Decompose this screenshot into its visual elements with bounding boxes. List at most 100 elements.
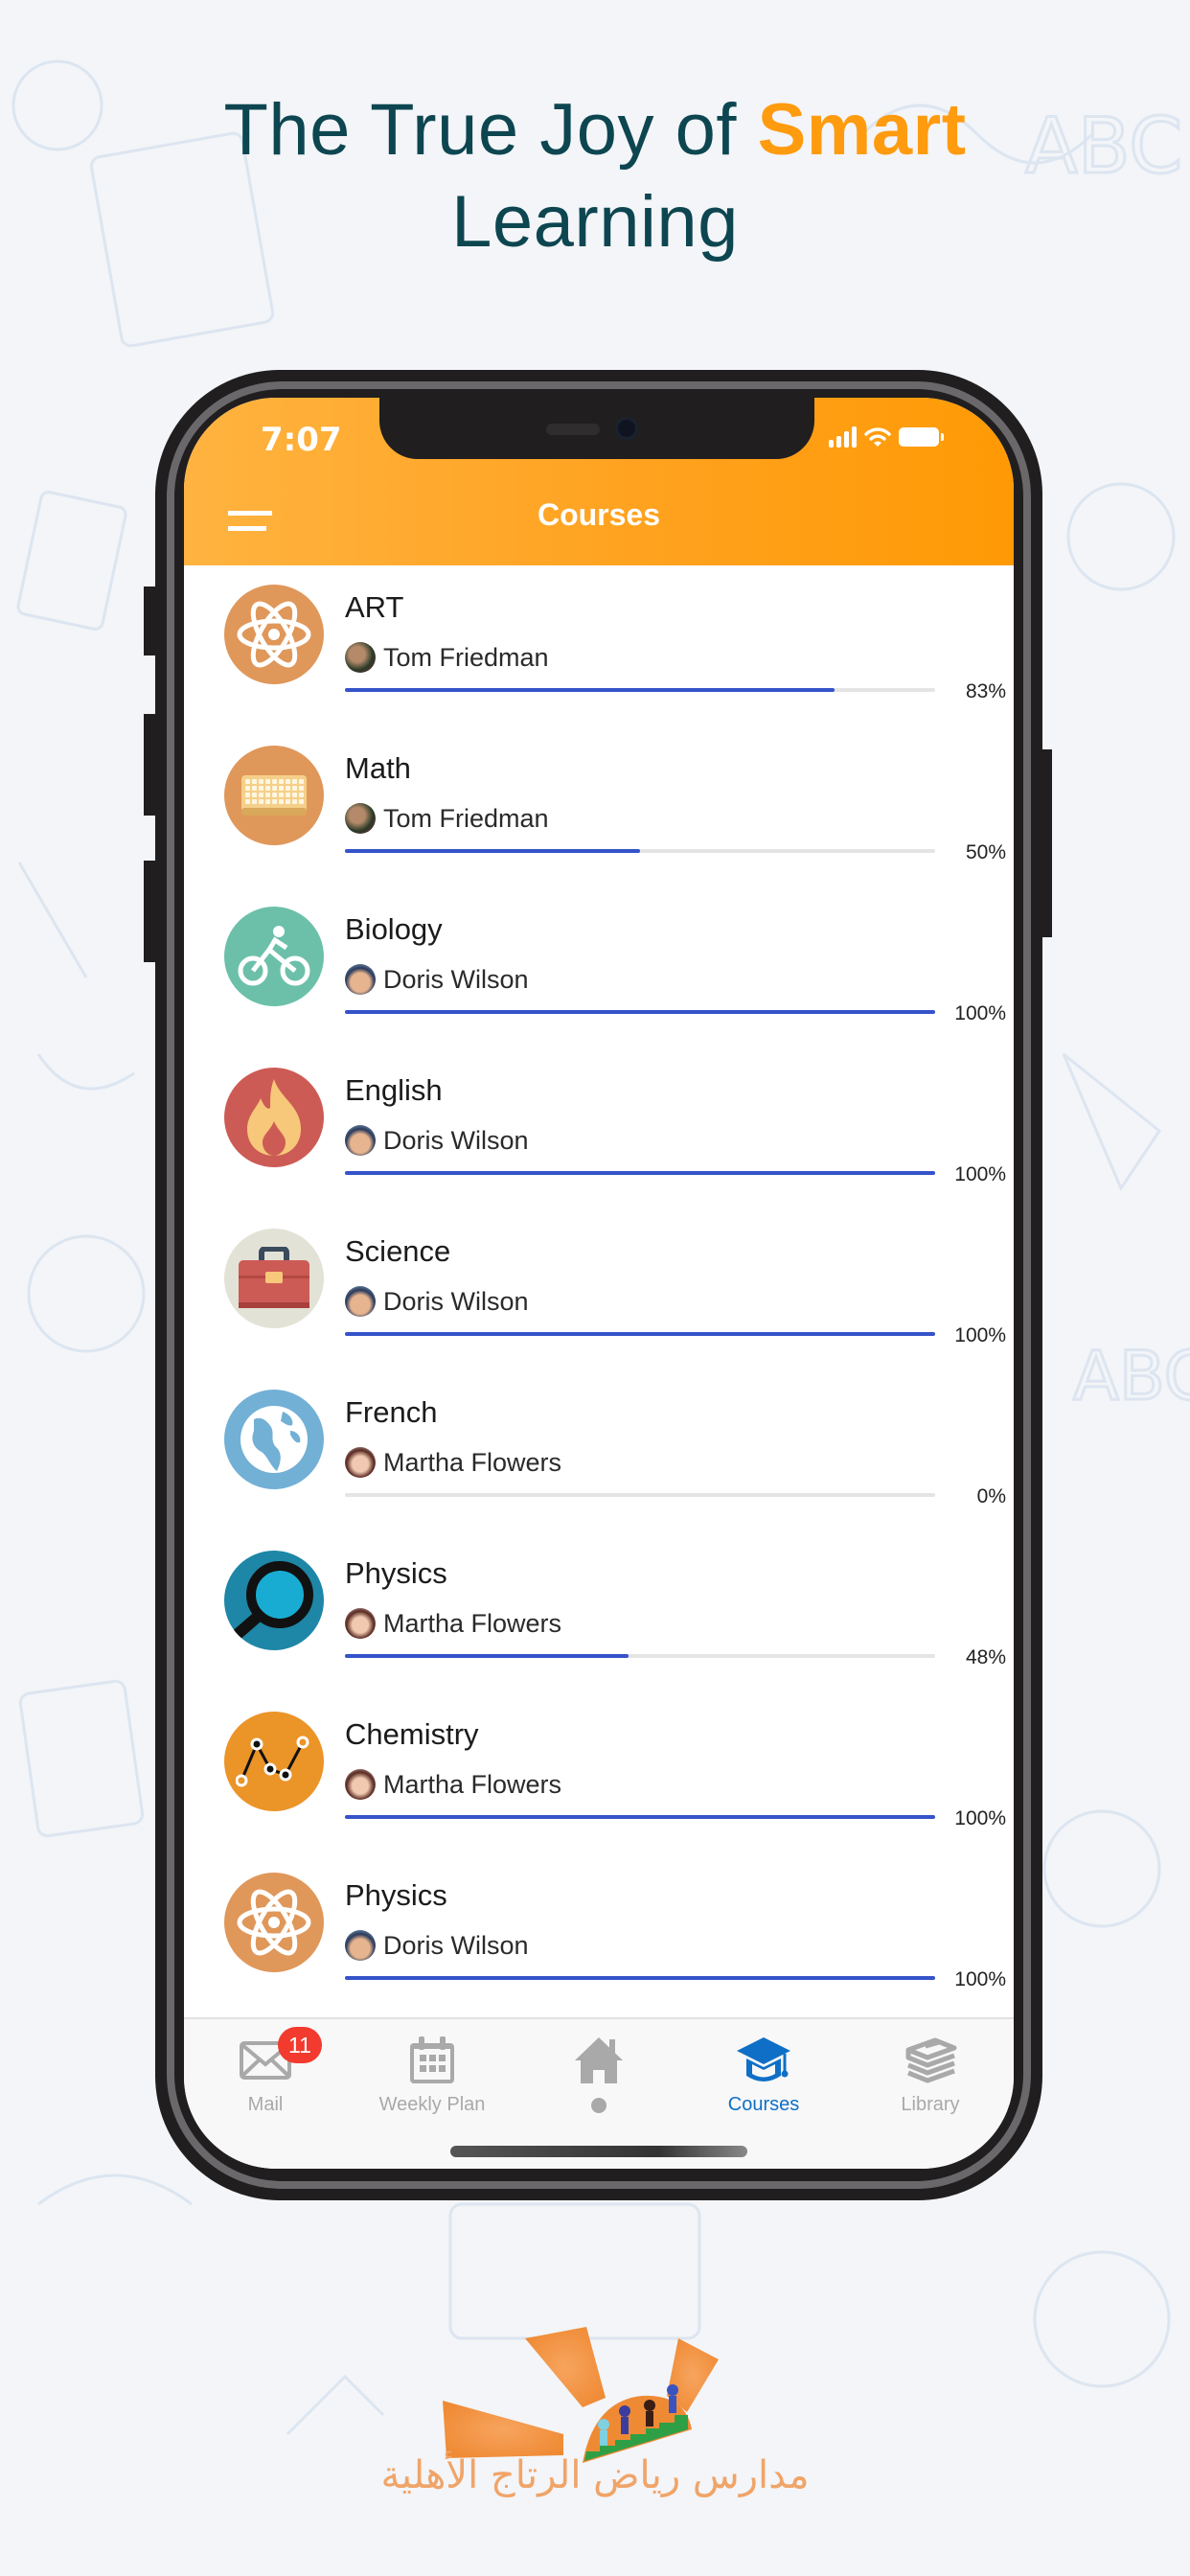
course-icon: [224, 1873, 324, 1972]
progress-percent: 0%: [976, 1485, 1006, 1507]
svg-text:ABC: ABC: [1073, 1337, 1190, 1415]
tab-courses[interactable]: Courses: [682, 2033, 845, 2116]
course-name: Chemistry: [345, 1717, 479, 1751]
course-row[interactable]: English Doris Wilson 100%: [184, 1048, 1014, 1209]
course-row[interactable]: ART Tom Friedman 83%: [184, 565, 1014, 726]
progress-fill: [345, 1976, 935, 1980]
teacher-info: Doris Wilson: [345, 1286, 529, 1317]
tab-label: Courses: [727, 2094, 800, 2115]
course-icon: [224, 1068, 324, 1167]
tab-label: Weekly Plan: [378, 2094, 486, 2115]
mail-unread-badge: 11: [278, 2027, 322, 2063]
teacher-avatar: [345, 803, 376, 834]
graduation-cap-icon: [737, 2037, 790, 2082]
headline-prefix: The True Joy of: [223, 89, 737, 171]
course-row[interactable]: Science Doris Wilson 100%: [184, 1209, 1014, 1370]
teacher-info: Martha Flowers: [345, 1447, 561, 1478]
teacher-name: Doris Wilson: [383, 964, 529, 994]
globe-icon: [233, 1398, 315, 1481]
progress-bar: [345, 849, 935, 853]
logo-ray: [443, 2401, 563, 2458]
progress-percent: 100%: [954, 1968, 1006, 1990]
teacher-avatar: [345, 1608, 376, 1639]
progress-bar: [345, 1815, 935, 1819]
atom-icon: [234, 1882, 314, 1963]
progress-percent: 100%: [954, 1807, 1006, 1829]
flame-icon: [243, 1077, 305, 1158]
progress-bar: [345, 688, 935, 692]
cyclist-icon: [237, 923, 311, 990]
magnifier-icon: [224, 1551, 324, 1650]
course-name: Physics: [345, 1878, 447, 1912]
course-row[interactable]: Physics Martha Flowers 48%: [184, 1531, 1014, 1692]
teacher-name: Martha Flowers: [383, 1447, 562, 1477]
teacher-name: Doris Wilson: [383, 1125, 529, 1155]
atom-icon: [234, 594, 314, 675]
course-name: English: [345, 1073, 443, 1107]
status-time: 7:07: [261, 421, 342, 459]
teacher-info: Doris Wilson: [345, 1125, 529, 1156]
course-icon: [224, 1551, 324, 1650]
progress-bar: [345, 1493, 935, 1497]
headline-accent: Smart: [757, 89, 967, 171]
course-row[interactable]: Math Tom Friedman 50%: [184, 726, 1014, 887]
course-icon: [224, 585, 324, 684]
phone-screen: 7:07 Courses ART Tom Friedman 83% Math Tom F…: [184, 398, 1014, 2169]
progress-fill: [345, 688, 835, 692]
progress-fill: [345, 1171, 935, 1175]
cellular-signal-icon: [829, 426, 857, 448]
wifi-icon: [864, 427, 891, 447]
teacher-info: Martha Flowers: [345, 1608, 561, 1639]
teacher-name: Tom Friedman: [383, 642, 549, 672]
teacher-info: Doris Wilson: [345, 1930, 529, 1961]
page-title: Courses: [537, 497, 661, 532]
home-indicator-bar[interactable]: [450, 2146, 747, 2157]
course-row[interactable]: Chemistry Martha Flowers 100%: [184, 1692, 1014, 1853]
course-icon: [224, 746, 324, 845]
line-graph-icon: [236, 1733, 312, 1790]
teacher-avatar: [345, 1769, 376, 1800]
course-name: Science: [345, 1234, 451, 1268]
books-icon: [905, 2037, 957, 2083]
progress-bar: [345, 1010, 935, 1014]
progress-bar: [345, 1654, 935, 1658]
teacher-name: Tom Friedman: [383, 803, 549, 833]
tab-library[interactable]: Library: [849, 2033, 1012, 2116]
course-list: ART Tom Friedman 83% Math Tom Friedman 50% Bio…: [184, 565, 1014, 2017]
teacher-info: Martha Flowers: [345, 1769, 561, 1800]
course-icon: [224, 1229, 324, 1328]
teacher-avatar: [345, 964, 376, 995]
teacher-avatar: [345, 1286, 376, 1317]
teacher-name: Doris Wilson: [383, 1930, 529, 1960]
progress-fill: [345, 1654, 629, 1658]
home-icon: [575, 2037, 623, 2083]
teacher-name: Martha Flowers: [383, 1769, 562, 1799]
tab-home[interactable]: [517, 2033, 680, 2113]
phone-notch: [379, 398, 814, 459]
tab-mail[interactable]: 11 Mail: [184, 2027, 347, 2116]
teacher-info: Doris Wilson: [345, 964, 529, 995]
calendar-icon: [410, 2036, 454, 2083]
tab-label: Library: [901, 2094, 960, 2115]
progress-fill: [345, 849, 640, 853]
tab-weekly-plan[interactable]: Weekly Plan: [351, 2033, 514, 2116]
progress-percent: 100%: [954, 1163, 1006, 1185]
course-name: French: [345, 1395, 438, 1429]
course-name: Biology: [345, 912, 443, 946]
teacher-avatar: [345, 642, 376, 673]
progress-bar: [345, 1976, 935, 1980]
home-dot-indicator: [591, 2098, 606, 2113]
tab-label: Mail: [247, 2094, 284, 2115]
course-name: Math: [345, 751, 411, 785]
teacher-info: Tom Friedman: [345, 642, 549, 673]
course-icon: [224, 1390, 324, 1489]
course-row[interactable]: Physics Doris Wilson 100%: [184, 1853, 1014, 2014]
course-row[interactable]: Biology Doris Wilson 100%: [184, 887, 1014, 1048]
teacher-name: Martha Flowers: [383, 1608, 562, 1638]
course-row[interactable]: French Martha Flowers 0%: [184, 1370, 1014, 1531]
status-icons: [829, 426, 944, 448]
progress-percent: 83%: [965, 680, 1006, 702]
course-name: Physics: [345, 1556, 447, 1590]
teacher-avatar: [345, 1125, 376, 1156]
progress-percent: 100%: [954, 1002, 1006, 1024]
